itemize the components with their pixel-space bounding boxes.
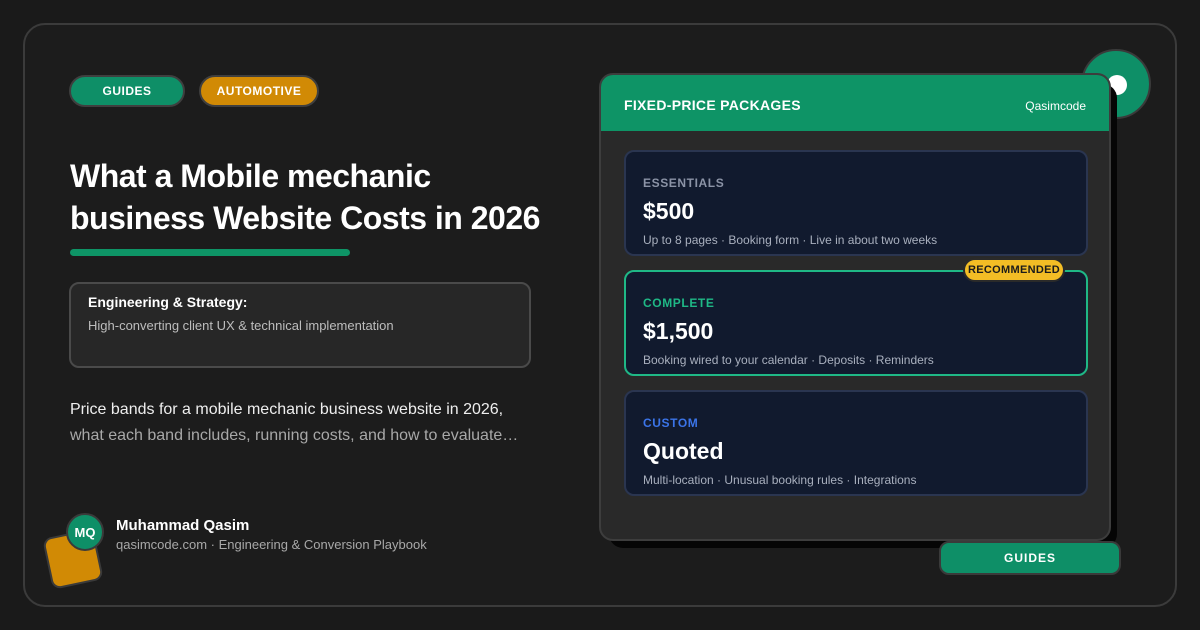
packages-brand: Qasimcode: [1025, 99, 1086, 113]
footer-tag-guides[interactable]: GUIDES: [939, 541, 1121, 575]
package-complete[interactable]: COMPLETE $1,500 Booking wired to your ca…: [624, 270, 1088, 376]
description-line-1: Price bands for a mobile mechanic busine…: [70, 401, 504, 418]
title-line-1: What a Mobile mechanic: [70, 158, 431, 194]
package-label: ESSENTIALS: [643, 176, 725, 190]
title-line-2: business Website Costs in 2026: [70, 200, 540, 236]
avatar: MQ: [66, 513, 104, 551]
package-label: CUSTOM: [643, 416, 699, 430]
package-details: Up to 8 pages · Booking form · Live in a…: [643, 233, 938, 247]
packages-title: FIXED-PRICE PACKAGES: [624, 97, 801, 113]
callout-subtitle: High-converting client UX & technical im…: [88, 318, 394, 333]
package-label: COMPLETE: [643, 296, 715, 310]
page-title: What a Mobile mechanic business Website …: [70, 155, 570, 239]
tag-automotive[interactable]: AUTOMOTIVE: [199, 75, 319, 107]
package-details: Booking wired to your calendar · Deposit…: [643, 353, 934, 367]
tag-guides[interactable]: GUIDES: [69, 75, 185, 107]
author-byline: qasimcode.com · Engineering & Conversion…: [116, 537, 427, 552]
author-name: Muhammad Qasim: [116, 517, 250, 534]
description-line-2: what each band includes, running costs, …: [70, 427, 519, 444]
packages-header: FIXED-PRICE PACKAGES Qasimcode: [601, 75, 1109, 131]
package-details: Multi-location · Unusual booking rules ·…: [643, 473, 917, 487]
strategy-callout: Engineering & Strategy: High-converting …: [69, 282, 531, 368]
package-essentials[interactable]: ESSENTIALS $500 Up to 8 pages · Booking …: [624, 150, 1088, 256]
title-underline: [70, 249, 350, 256]
package-price: $500: [643, 198, 695, 224]
callout-title: Engineering & Strategy:: [88, 294, 248, 310]
package-custom[interactable]: CUSTOM Quoted Multi-location · Unusual b…: [624, 390, 1088, 496]
packages-card: FIXED-PRICE PACKAGES Qasimcode ESSENTIAL…: [599, 73, 1111, 541]
package-price: Quoted: [643, 438, 724, 464]
recommended-badge: RECOMMENDED: [963, 258, 1065, 282]
package-price: $1,500: [643, 318, 714, 344]
description: Price bands for a mobile mechanic busine…: [70, 397, 550, 449]
